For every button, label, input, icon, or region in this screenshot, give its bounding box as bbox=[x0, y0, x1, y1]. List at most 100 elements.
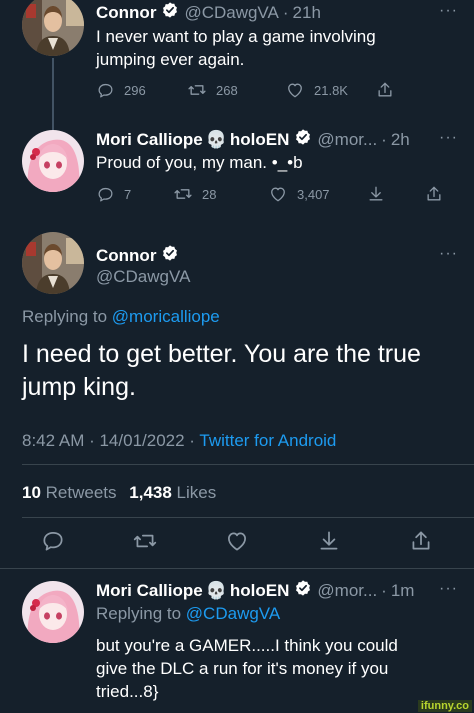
verified-icon bbox=[161, 1, 179, 24]
reply-icon bbox=[96, 185, 115, 204]
timestamp[interactable]: 2h bbox=[391, 130, 410, 150]
retweet-icon bbox=[132, 528, 158, 554]
likes-label: Likes bbox=[176, 483, 217, 502]
timestamp[interactable]: 21h bbox=[293, 3, 321, 23]
avatar[interactable] bbox=[22, 232, 84, 294]
reply-button[interactable]: 296 bbox=[96, 81, 187, 100]
handle[interactable]: @CDawgVA bbox=[96, 267, 190, 287]
display-name[interactable]: Connor bbox=[96, 3, 156, 23]
display-name[interactable]: Mori Calliope bbox=[96, 130, 203, 150]
tweet-text: but you're a GAMER.....I think you could… bbox=[96, 634, 398, 703]
retweet-count: 268 bbox=[216, 82, 238, 98]
retweet-button[interactable]: 28 bbox=[173, 184, 268, 204]
tweet-header: Mori Calliope 💀 holoEN @mor... · 1m bbox=[96, 579, 414, 602]
thread-tweet-mori[interactable]: Mori Calliope 💀 holoEN @mor... · 2h ··· … bbox=[0, 118, 474, 220]
display-name[interactable]: Connor bbox=[96, 246, 156, 266]
retweet-button[interactable]: 268 bbox=[187, 80, 285, 100]
reply-button[interactable] bbox=[40, 528, 66, 554]
display-name-suffix[interactable]: holoEN bbox=[230, 130, 290, 150]
like-count: 3,407 bbox=[297, 186, 330, 202]
timestamp[interactable]: 8:42 AM · 14/01/2022 · bbox=[22, 431, 199, 450]
action-bar: 7 28 3,407 bbox=[96, 184, 444, 204]
download-icon bbox=[316, 528, 342, 554]
separator-dot: · bbox=[282, 2, 289, 22]
retweet-count: 28 bbox=[202, 186, 217, 202]
timestamp[interactable]: 1m bbox=[391, 581, 415, 601]
retweet-button[interactable] bbox=[132, 528, 158, 554]
like-button[interactable] bbox=[224, 528, 250, 554]
tweet-header: Connor @CDawgVA · 21h bbox=[96, 1, 321, 24]
likes-count: 1,438 bbox=[129, 483, 172, 502]
tweet-text-line: give the DLC a run for it's money if you bbox=[96, 659, 389, 678]
replying-label: Replying to bbox=[22, 307, 108, 326]
client-link[interactable]: Twitter for Android bbox=[199, 431, 336, 450]
tweet-text: Proud of you, my man. •_•b bbox=[96, 153, 303, 172]
separator-dot: · bbox=[381, 580, 387, 600]
share-button[interactable] bbox=[375, 80, 395, 100]
share-icon bbox=[375, 80, 395, 100]
thread-tweet-connor[interactable]: Connor @CDawgVA · 21h ··· I never want t… bbox=[0, 0, 474, 120]
avatar[interactable] bbox=[22, 581, 84, 643]
share-icon bbox=[408, 528, 434, 554]
like-button[interactable]: 3,407 bbox=[268, 184, 366, 204]
tweet-text-line: jump king. bbox=[22, 373, 136, 401]
download-button[interactable] bbox=[366, 184, 424, 204]
reply-count: 7 bbox=[124, 186, 132, 202]
retweet-icon bbox=[187, 80, 207, 100]
focused-tweet: Connor ··· @CDawgVA Replying to @morical… bbox=[0, 220, 474, 568]
more-icon[interactable]: ··· bbox=[439, 2, 458, 20]
retweets-stat[interactable]: 10 Retweets bbox=[22, 483, 117, 502]
retweets-label: Retweets bbox=[45, 483, 117, 502]
tweet-header: Mori Calliope 💀 holoEN @mor... · 2h bbox=[96, 128, 410, 151]
share-button[interactable] bbox=[424, 184, 444, 204]
replying-to: Replying to @moricalliope bbox=[22, 307, 220, 327]
reply-count: 296 bbox=[124, 82, 146, 98]
divider bbox=[22, 464, 474, 465]
display-name[interactable]: Mori Calliope bbox=[96, 581, 203, 601]
separator-dot: · bbox=[381, 129, 387, 149]
mention-link[interactable]: @CDawgVA bbox=[186, 604, 280, 623]
more-icon[interactable]: ··· bbox=[439, 245, 458, 263]
tweet-text: I never want to play a game involving ju… bbox=[96, 25, 376, 71]
tweet-text: I need to get better. You are the true j… bbox=[22, 338, 462, 404]
handle[interactable]: @mor... bbox=[317, 581, 377, 601]
verified-icon bbox=[294, 579, 312, 602]
share-icon bbox=[424, 184, 444, 204]
reply-button[interactable]: 7 bbox=[96, 185, 173, 204]
divider bbox=[22, 517, 474, 518]
action-bar: 296 268 21.8K bbox=[96, 80, 395, 100]
likes-stat[interactable]: 1,438 Likes bbox=[129, 483, 216, 502]
thread-line bbox=[52, 118, 54, 130]
action-bar bbox=[40, 528, 434, 554]
retweets-count: 10 bbox=[22, 483, 41, 502]
engagement-stats: 10 Retweets 1,438 Likes bbox=[22, 483, 216, 503]
verified-icon bbox=[161, 244, 179, 267]
avatar[interactable] bbox=[22, 0, 84, 56]
like-icon bbox=[268, 184, 288, 204]
more-icon[interactable]: ··· bbox=[439, 129, 458, 147]
skull-emoji: 💀 bbox=[205, 580, 227, 600]
tweet-header: Connor bbox=[96, 244, 179, 267]
tweet-text-line: I never want to play a game involving bbox=[96, 27, 376, 46]
avatar[interactable] bbox=[22, 130, 84, 192]
handle[interactable]: @CDawgVA bbox=[184, 3, 278, 23]
reply-icon bbox=[96, 81, 115, 100]
tweet-meta: 8:42 AM · 14/01/2022 · Twitter for Andro… bbox=[22, 431, 336, 451]
tweet-text-line: tried...8} bbox=[96, 682, 159, 701]
display-name-suffix[interactable]: holoEN bbox=[230, 581, 290, 601]
reply-icon bbox=[40, 528, 66, 554]
like-count: 21.8K bbox=[314, 82, 348, 98]
replying-to: Replying to @CDawgVA bbox=[96, 604, 280, 624]
like-button[interactable]: 21.8K bbox=[285, 80, 375, 100]
mention-link[interactable]: @moricalliope bbox=[112, 307, 220, 326]
more-icon[interactable]: ··· bbox=[439, 580, 458, 598]
reply-tweet[interactable]: Mori Calliope 💀 holoEN @mor... · 1m ··· … bbox=[0, 568, 474, 713]
download-icon bbox=[366, 184, 386, 204]
like-icon bbox=[224, 528, 250, 554]
tweet-text-line: jumping ever again. bbox=[96, 50, 245, 69]
download-button[interactable] bbox=[316, 528, 342, 554]
handle[interactable]: @mor... bbox=[317, 130, 377, 150]
share-button[interactable] bbox=[408, 528, 434, 554]
replying-label: Replying to bbox=[96, 604, 182, 623]
thread-line bbox=[52, 58, 54, 118]
